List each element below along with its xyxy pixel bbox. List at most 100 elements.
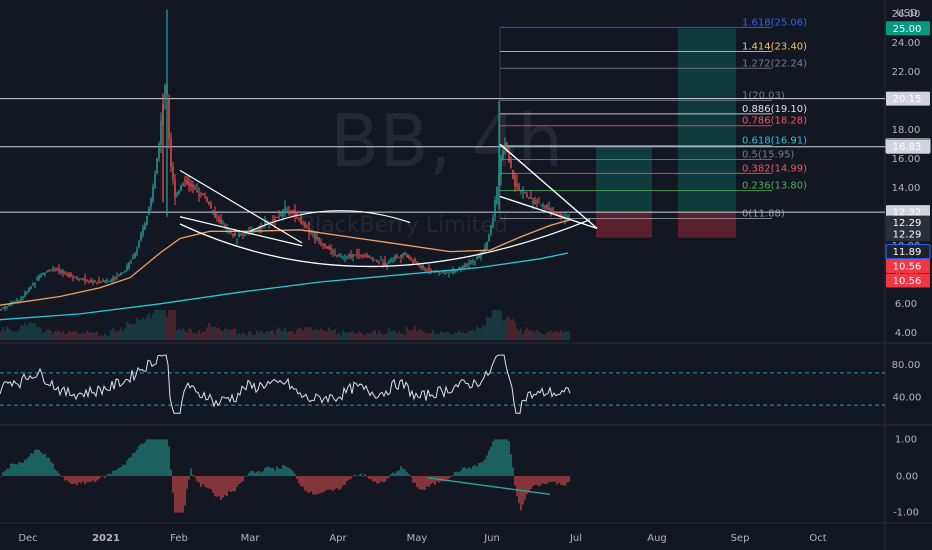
macd-histogram-bar bbox=[380, 476, 382, 482]
volume-bar bbox=[524, 329, 526, 340]
macd-histogram-bar bbox=[402, 468, 404, 476]
volume-bar bbox=[222, 331, 224, 340]
macd-histogram-bar bbox=[534, 476, 536, 485]
candle-body bbox=[304, 224, 306, 228]
candle-body bbox=[440, 273, 442, 274]
volume-bar bbox=[44, 331, 46, 340]
candle-body bbox=[514, 175, 516, 187]
macd-histogram-bar bbox=[124, 464, 126, 476]
candle-body bbox=[20, 298, 22, 301]
price-tick-label: 24.00 bbox=[892, 38, 921, 49]
candle-body bbox=[212, 210, 214, 212]
volume-bar bbox=[472, 329, 474, 340]
volume-bar bbox=[110, 329, 112, 340]
candle-body bbox=[352, 254, 354, 257]
volume-bar bbox=[344, 332, 346, 340]
candle-body bbox=[476, 256, 478, 260]
macd-histogram-bar bbox=[398, 470, 400, 476]
volume-bar bbox=[336, 334, 338, 340]
candle-body bbox=[180, 185, 182, 191]
volume-bar bbox=[288, 331, 290, 340]
candle-body bbox=[474, 261, 476, 263]
volume-bar bbox=[174, 310, 176, 340]
volume-bar bbox=[354, 333, 356, 340]
volume-bar bbox=[564, 331, 566, 340]
macd-histogram-bar bbox=[186, 476, 188, 489]
candle-body bbox=[36, 279, 38, 281]
volume-bar bbox=[546, 332, 548, 340]
macd-histogram-bar bbox=[22, 462, 24, 476]
volume-bar bbox=[464, 333, 466, 340]
candle-body bbox=[538, 201, 540, 203]
time-axis-label: 2021 bbox=[92, 533, 120, 544]
price-tag-label: 10.56 bbox=[893, 262, 922, 273]
candle-body bbox=[412, 261, 414, 263]
chart-background bbox=[0, 0, 932, 550]
volume-bar bbox=[414, 326, 416, 340]
macd-histogram-bar bbox=[548, 476, 550, 483]
volume-bar bbox=[130, 324, 132, 340]
macd-histogram-bar bbox=[84, 476, 86, 485]
macd-histogram-bar bbox=[106, 474, 108, 476]
macd-histogram-bar bbox=[324, 476, 326, 492]
candle-body bbox=[318, 237, 320, 241]
volume-bar bbox=[220, 330, 222, 340]
macd-histogram-bar bbox=[4, 470, 6, 476]
macd-histogram-bar bbox=[388, 476, 390, 478]
macd-histogram-bar bbox=[530, 476, 532, 490]
volume-bar bbox=[550, 330, 552, 340]
macd-histogram-bar bbox=[62, 476, 64, 477]
candle-body bbox=[0, 309, 2, 311]
candle-body bbox=[340, 255, 342, 257]
volume-bar bbox=[502, 320, 504, 340]
macd-histogram-bar bbox=[480, 462, 482, 476]
macd-histogram-bar bbox=[476, 466, 478, 476]
volume-bar bbox=[544, 335, 546, 340]
candle-body bbox=[356, 253, 358, 255]
macd-histogram-bar bbox=[496, 439, 498, 476]
macd-histogram-bar bbox=[180, 476, 182, 513]
macd-histogram-bar bbox=[298, 476, 300, 484]
volume-bar bbox=[438, 334, 440, 340]
candle-body bbox=[152, 187, 154, 201]
macd-histogram-bar bbox=[424, 476, 426, 490]
macd-histogram-bar bbox=[484, 459, 486, 476]
volume-bar bbox=[412, 329, 414, 340]
macd-histogram-bar bbox=[30, 452, 32, 476]
candle-body bbox=[328, 246, 330, 250]
volume-bar bbox=[160, 310, 162, 340]
volume-bar bbox=[304, 327, 306, 340]
candle-body bbox=[320, 242, 322, 244]
long-position-profit bbox=[596, 146, 652, 213]
macd-histogram-bar bbox=[374, 476, 376, 482]
volume-bar bbox=[328, 327, 330, 340]
volume-bar bbox=[432, 330, 434, 340]
candle-body bbox=[528, 198, 530, 199]
macd-histogram-bar bbox=[28, 456, 30, 476]
candle-body bbox=[172, 167, 174, 179]
candle-body bbox=[290, 212, 292, 214]
macd-histogram-bar bbox=[20, 462, 22, 476]
candle-body bbox=[548, 208, 550, 210]
macd-histogram-bar bbox=[274, 470, 276, 476]
volume-bar bbox=[138, 320, 140, 340]
volume-bar bbox=[290, 331, 292, 340]
chart[interactable]: BB, 4h BlackBerry Limited 1.618(25.06)1.4… bbox=[0, 0, 932, 550]
currency-label[interactable]: USD bbox=[896, 8, 918, 19]
candle-body bbox=[84, 277, 86, 281]
candle-body bbox=[518, 185, 520, 190]
candle-body bbox=[390, 258, 392, 262]
macd-histogram-bar bbox=[352, 476, 354, 477]
volume-bar bbox=[208, 323, 210, 340]
candle-body bbox=[244, 233, 246, 235]
candle-body bbox=[118, 275, 120, 277]
volume-bar bbox=[528, 330, 530, 340]
volume-bar bbox=[20, 325, 22, 340]
volume-bar bbox=[316, 329, 318, 340]
macd-histogram-bar bbox=[410, 476, 412, 477]
volume-bar bbox=[296, 329, 298, 340]
candle-body bbox=[492, 217, 494, 227]
macd-histogram-bar bbox=[286, 466, 288, 476]
macd-histogram-bar bbox=[500, 439, 502, 476]
candle-body bbox=[334, 252, 336, 254]
